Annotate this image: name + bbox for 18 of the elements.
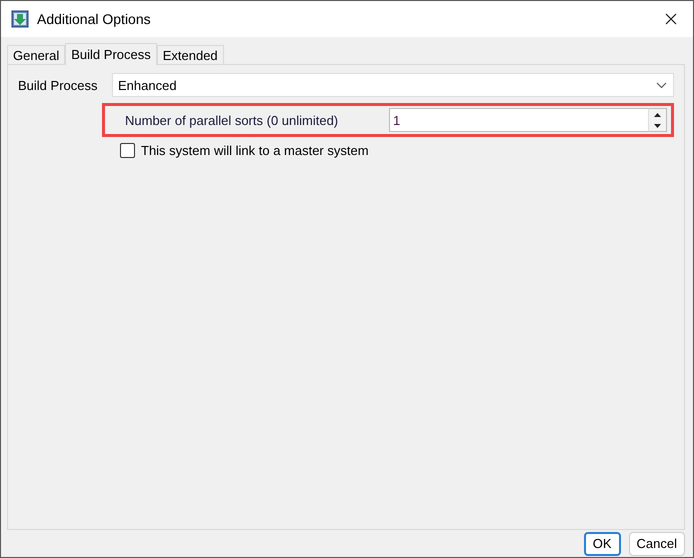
up-triangle-icon [654,112,661,116]
app-icon [11,10,29,28]
field-label: Number of parallel sorts (0 unlimited) [125,112,340,128]
tab[interactable]: Build Process [65,43,157,65]
tab[interactable]: Extended [156,45,224,64]
close-icon [664,12,678,26]
tab[interactable]: General [7,45,66,64]
window-title: Additional Options [37,11,152,27]
number-field[interactable]: 1 [389,108,648,132]
down-triangle-icon [654,124,661,128]
spin-up-button[interactable] [649,109,666,120]
spin-down-button[interactable] [649,120,666,131]
field-label: Build Process [18,78,98,92]
master-link-checkbox[interactable]: This system will link to a master system [120,143,674,158]
chevron-icon [656,82,667,88]
build-process-dropdown[interactable]: Enhanced [112,73,674,97]
dialog-button[interactable]: OK [584,532,621,556]
dialog-button[interactable]: Cancel [628,532,685,556]
